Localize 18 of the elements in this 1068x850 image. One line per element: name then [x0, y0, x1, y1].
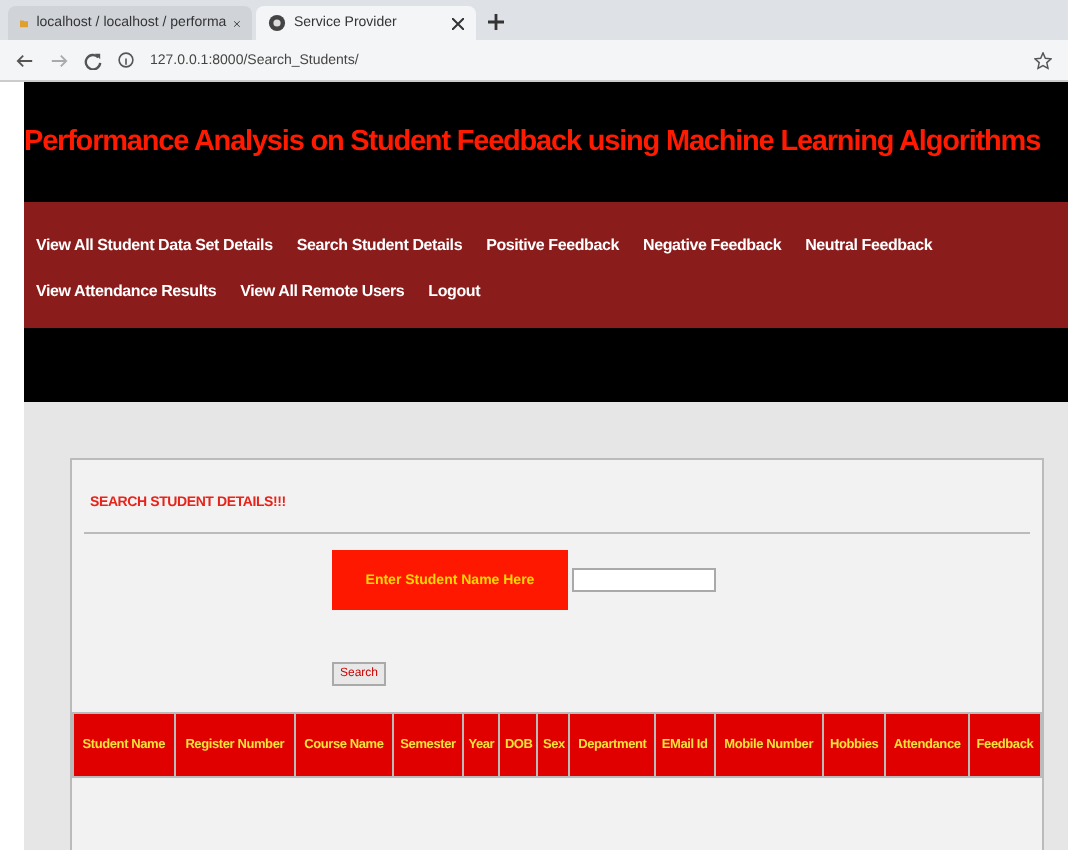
close-icon[interactable] [234, 17, 240, 29]
new-tab-icon[interactable] [488, 14, 504, 30]
folder-icon [20, 14, 29, 32]
nav-link[interactable]: Logout [428, 281, 481, 299]
nav-link[interactable]: View All Student Data Set Details [36, 235, 273, 253]
nav-link[interactable]: Positive Feedback [486, 235, 619, 253]
nav-link[interactable]: Neutral Feedback [805, 235, 933, 253]
reload-icon[interactable] [84, 51, 102, 69]
star-icon[interactable] [1034, 51, 1052, 69]
nav-link[interactable]: View All Remote Users [240, 281, 405, 299]
info-icon[interactable] [118, 52, 134, 68]
site-title: Performance Analysis on Student Feedback using Machine Learning Algorithms [24, 126, 1041, 158]
name-field[interactable] [572, 568, 716, 592]
nav-link[interactable]: View Attendance Results [36, 281, 217, 299]
back-icon[interactable] [16, 51, 34, 69]
nav-link[interactable]: Search Student Details [296, 235, 463, 253]
nav-link[interactable]: Negative Feedback [643, 235, 782, 253]
close-icon[interactable] [452, 17, 464, 29]
